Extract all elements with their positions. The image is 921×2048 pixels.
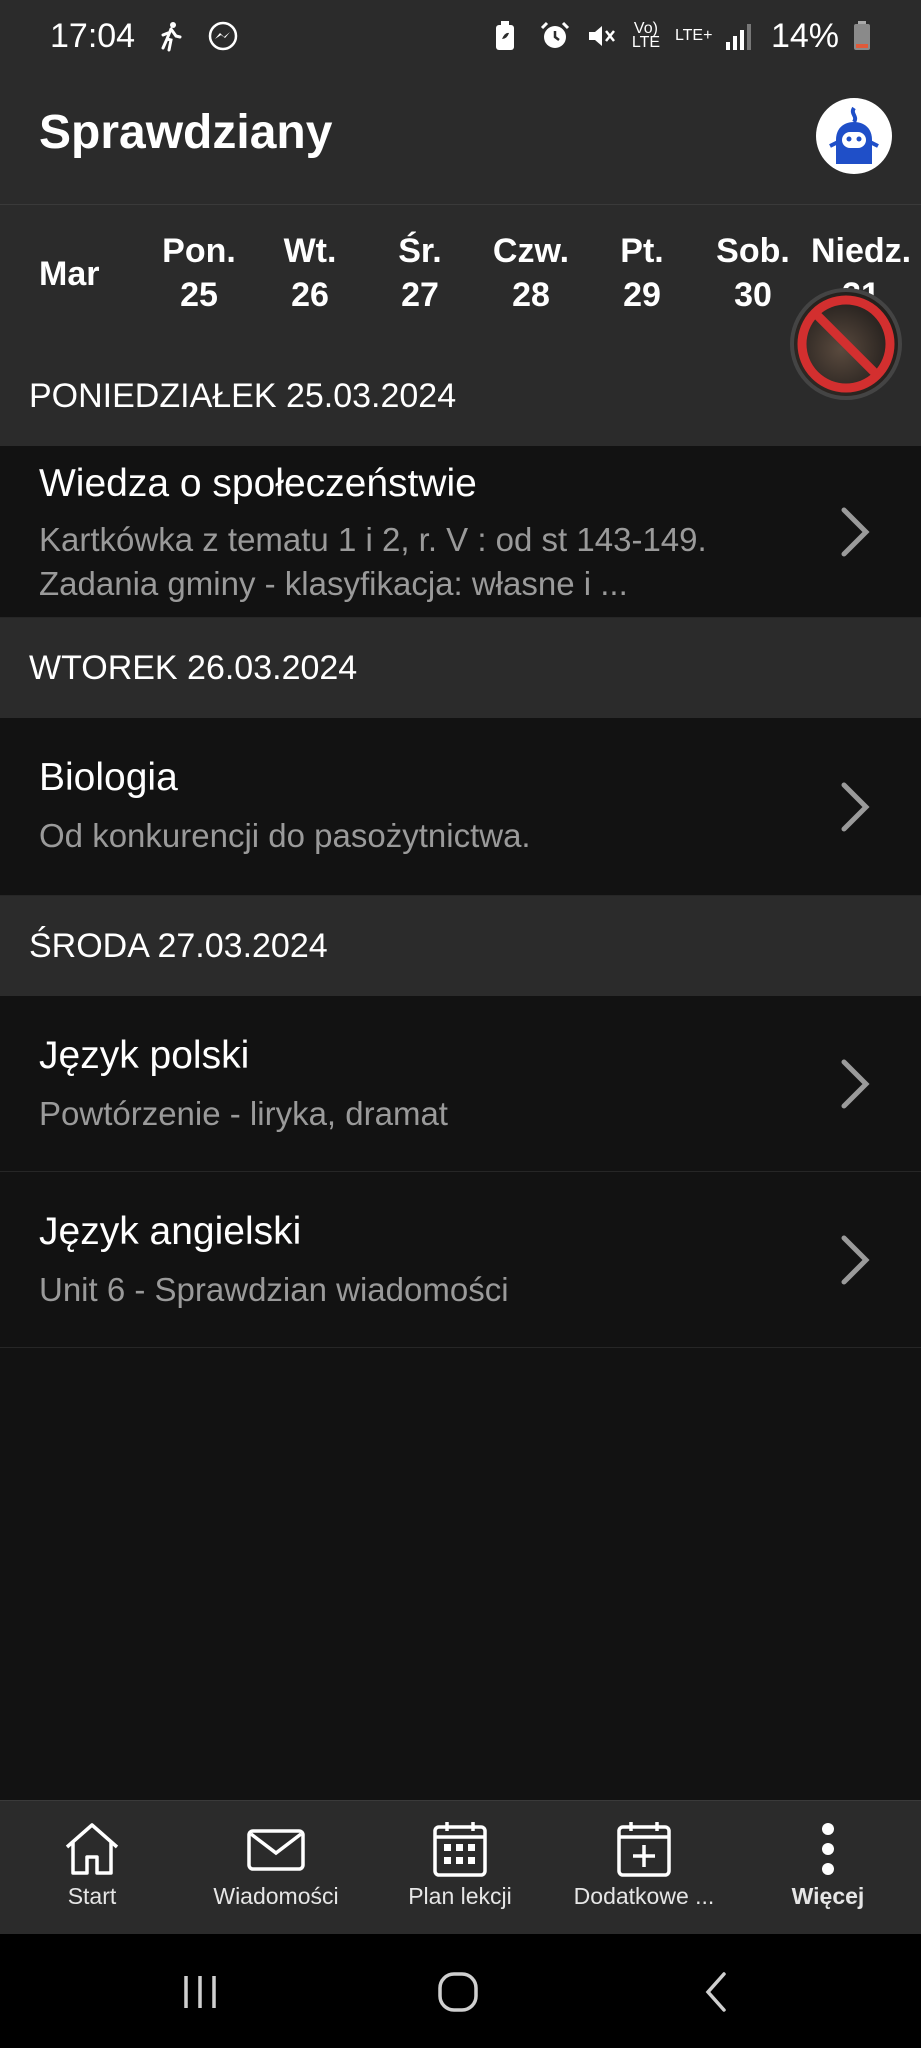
mascot-avatar-icon [829, 106, 879, 164]
day-monday[interactable]: Pon. 25 [139, 229, 259, 317]
battery-percent: 14% [770, 16, 839, 55]
battery-saver-icon [493, 20, 525, 52]
section-header-monday: PONIEDZIAŁEK 25.03.2024 [0, 346, 921, 446]
nav-messages[interactable]: Wiadomości [184, 1819, 368, 1910]
list-item[interactable]: Język polski Powtórzenie - liryka, drama… [0, 996, 921, 1172]
subject-title: Język polski [39, 1034, 250, 1077]
walking-icon [155, 20, 187, 52]
day-name: Czw. [492, 232, 570, 270]
lte-indicator: LTE+ [674, 27, 713, 44]
nav-label: Plan lekcji [408, 1883, 512, 1909]
bottom-nav: Start Wiadomości Plan lekcji Dodatkowe .… [0, 1800, 921, 1934]
week-strip: Mar Pon. 25 Wt. 26 Śr. 27 Czw. 28 Pt. 29… [0, 204, 921, 346]
nav-more[interactable]: Więcej [736, 1819, 920, 1910]
day-date: 26 [291, 276, 329, 314]
chevron-right-icon [841, 782, 870, 832]
day-date: 25 [180, 276, 218, 314]
mute-icon [585, 20, 617, 52]
section-header-tuesday: WTOREK 26.03.2024 [0, 618, 921, 718]
home-circle-icon [438, 1972, 478, 2012]
battery-low-icon [853, 20, 871, 52]
avatar[interactable] [816, 98, 892, 174]
subject-title: Język angielski [39, 1210, 302, 1253]
section-header-wednesday: ŚRODA 27.03.2024 [0, 896, 921, 996]
subject-description: Powtórzenie - liryka, dramat [39, 1095, 448, 1132]
day-friday[interactable]: Pt. 29 [582, 229, 702, 317]
chevron-right-icon [841, 1059, 870, 1109]
recents-button[interactable] [165, 1964, 235, 2020]
volte-indicator: Vo) LTE [631, 20, 661, 51]
day-tuesday[interactable]: Wt. 26 [250, 229, 370, 317]
subject-description: Unit 6 - Sprawdzian wiadomości [39, 1271, 509, 1308]
subject-description: Od konkurencji do pasożytnictwa. [39, 817, 531, 854]
day-name: Niedz. [810, 232, 912, 270]
back-icon [705, 1972, 726, 2012]
chevron-right-icon [841, 1235, 870, 1285]
nav-additional[interactable]: Dodatkowe ... [552, 1819, 736, 1910]
subject-description: Kartkówka z tematu 1 i 2, r. V : od st 1… [39, 521, 707, 602]
nav-timetable[interactable]: Plan lekcji [368, 1819, 552, 1910]
list-item[interactable]: Język angielski Unit 6 - Sprawdzian wiad… [0, 1172, 921, 1348]
calendar-grid-icon [433, 1822, 487, 1877]
nav-label: Więcej [791, 1883, 865, 1909]
messenger-icon [207, 20, 239, 52]
day-name: Pon. [162, 232, 236, 270]
nav-label: Wiadomości [213, 1883, 339, 1909]
calendar-add-icon [617, 1822, 671, 1877]
floating-bubble[interactable] [790, 288, 902, 400]
more-vertical-icon [822, 1823, 834, 1875]
day-wednesday[interactable]: Śr. 27 [360, 229, 480, 317]
day-date: 29 [623, 276, 661, 314]
subject-title: Biologia [39, 756, 178, 799]
day-date: 28 [512, 276, 550, 314]
signal-icon [725, 20, 757, 52]
nav-start[interactable]: Start [0, 1819, 184, 1910]
nav-label: Start [67, 1883, 117, 1909]
chevron-right-icon [841, 507, 870, 557]
day-name: Śr. [398, 232, 442, 270]
day-date: 27 [401, 276, 439, 314]
nav-label: Dodatkowe ... [573, 1883, 715, 1909]
recents-icon [184, 1976, 216, 2008]
page-title: Sprawdziany [39, 106, 333, 159]
subject-title: Wiedza o społeczeństwie [39, 462, 477, 505]
mail-icon [247, 1829, 305, 1871]
alarm-icon [539, 20, 571, 52]
status-time: 17:04 [50, 16, 136, 55]
day-name: Sob. [716, 232, 790, 270]
prohibited-icon [797, 295, 895, 393]
day-name: Pt. [620, 232, 664, 270]
home-button[interactable] [423, 1964, 493, 2020]
list-item[interactable]: Biologia Od konkurencji do pasożytnictwa… [0, 718, 921, 896]
month-label: Mar [39, 255, 100, 293]
list-item[interactable]: Wiedza o społeczeństwie Kartkówka z tema… [0, 446, 921, 618]
day-thursday[interactable]: Czw. 28 [471, 229, 591, 317]
back-button[interactable] [682, 1964, 752, 2020]
app-header: Sprawdziany [0, 72, 921, 204]
home-icon [65, 1823, 119, 1875]
status-bar: 17:04 Vo) LTE LTE+ 14% [0, 0, 921, 72]
day-name: Wt. [283, 232, 337, 270]
system-nav-bar [0, 1934, 921, 2048]
